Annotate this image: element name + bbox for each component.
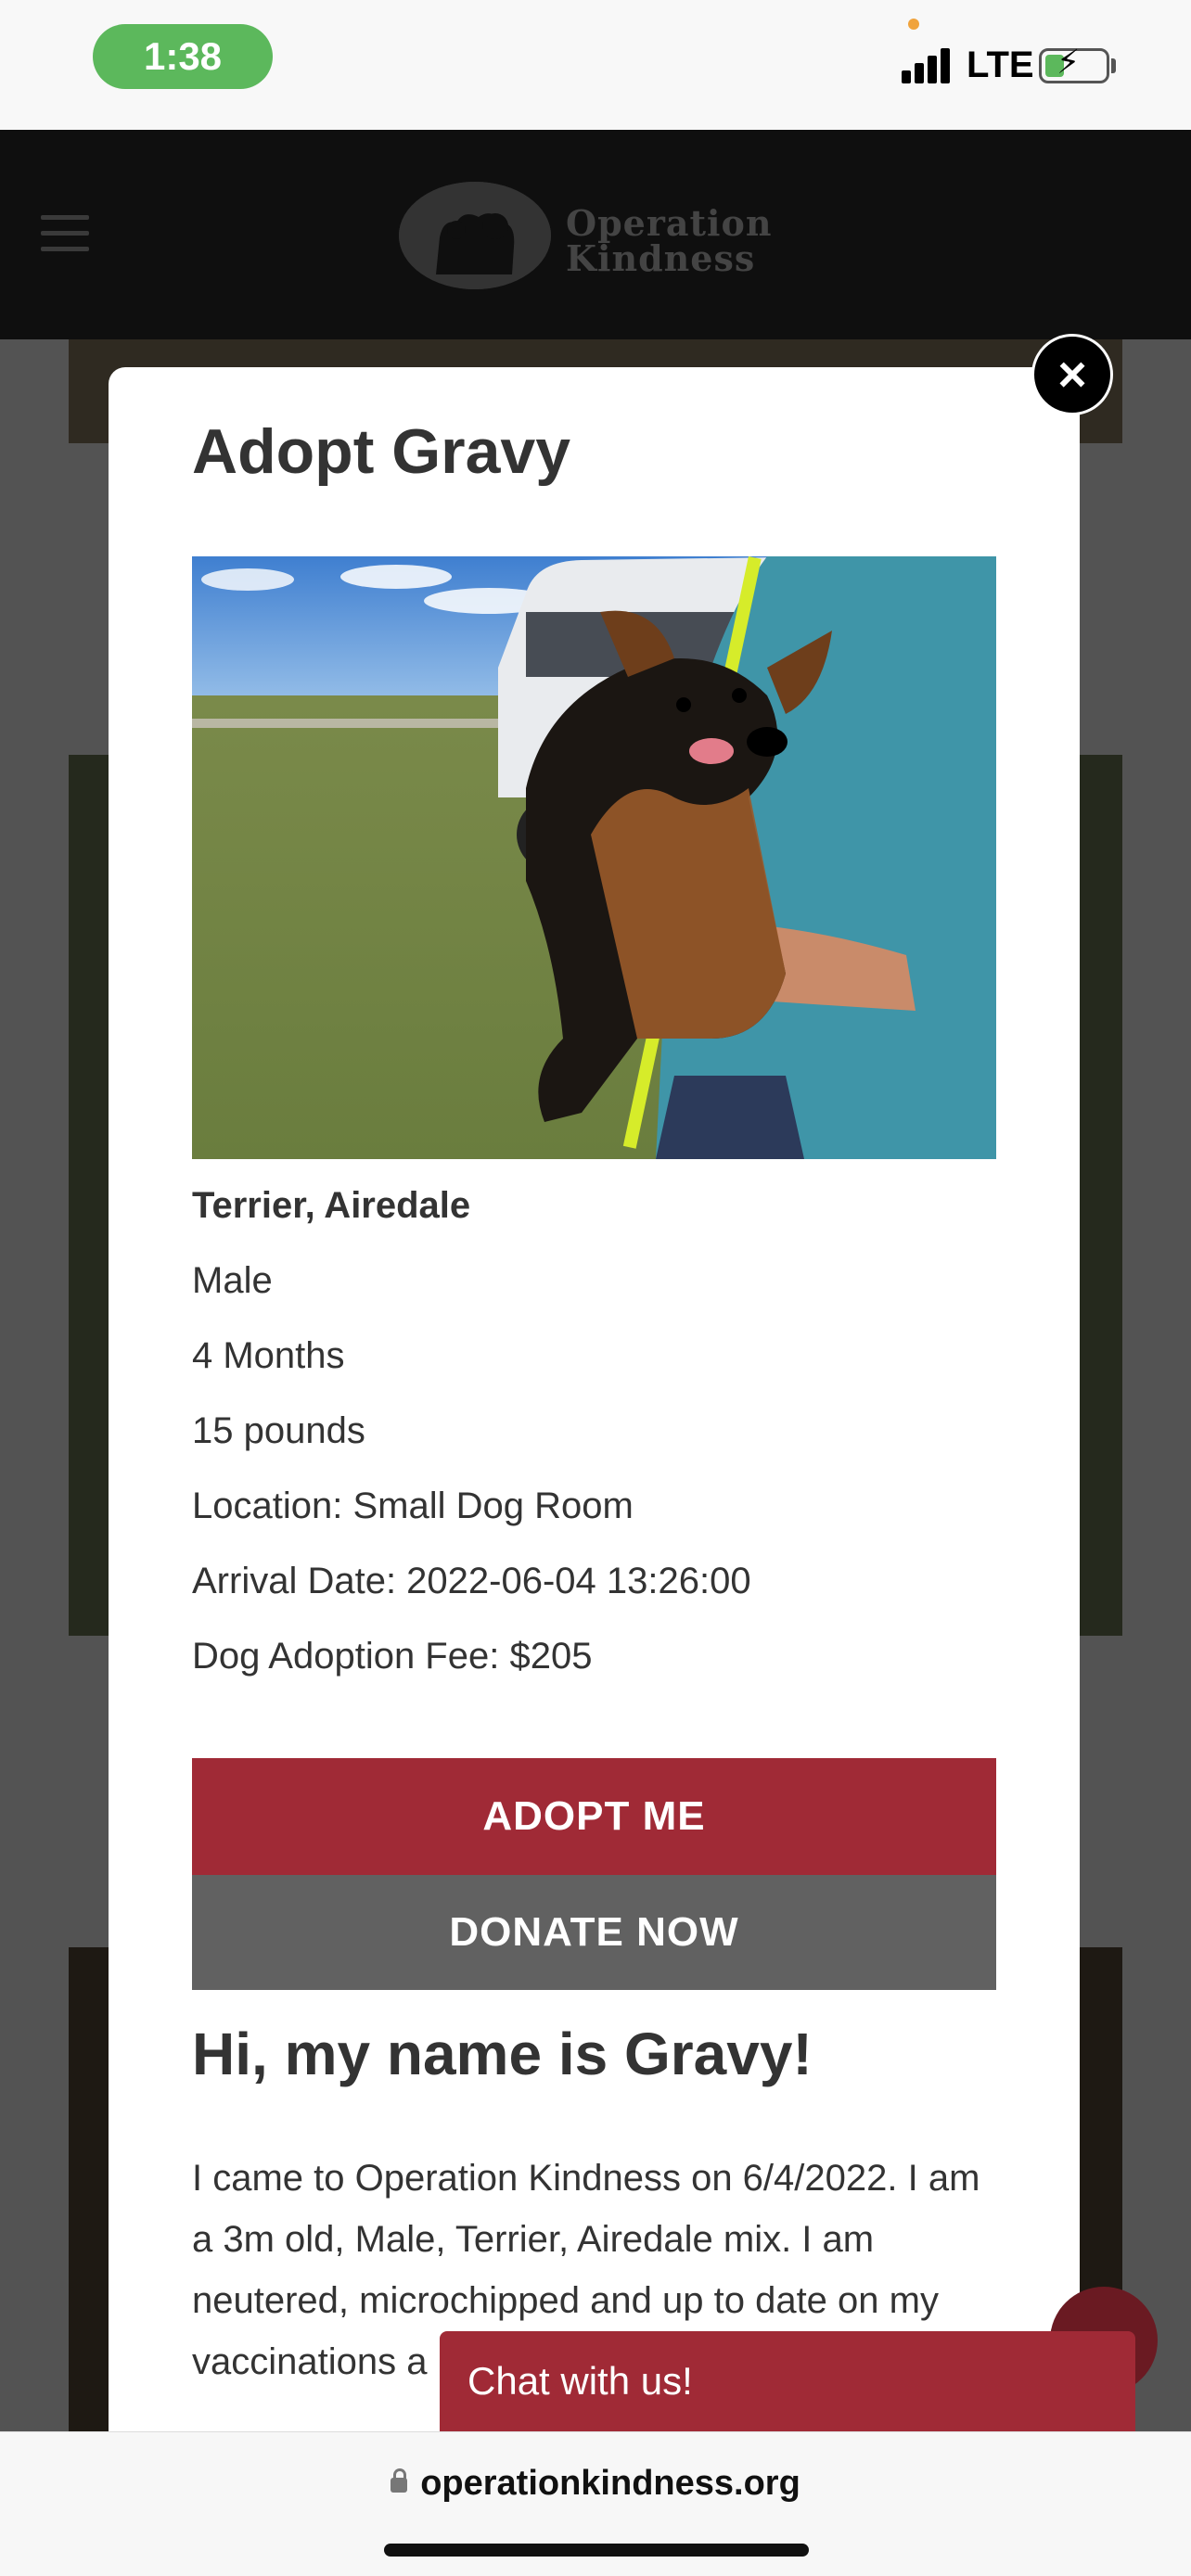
lock-icon [391,2468,408,2493]
status-bar: 1:38 LTE ⚡ [0,0,1191,130]
pet-adoption-fee: Dog Adoption Fee: $205 [192,1636,593,1677]
pet-arrival-date: Arrival Date: 2022-06-04 13:26:00 [192,1561,751,1601]
browser-address-bar[interactable]: operationkindness.org [0,2431,1191,2576]
signal-strength-icon [902,46,957,83]
pet-photo [192,556,996,1159]
close-icon[interactable]: × [1031,334,1113,415]
pet-breed: Terrier, Airedale [192,1185,471,1226]
pet-weight: 15 pounds [192,1410,365,1451]
menu-icon[interactable] [41,215,89,252]
adopt-modal: Adopt Gravy Terrier, Airedale Male 4 Mon… [109,367,1080,2431]
status-time: 1:38 [93,24,273,89]
pet-details: Terrier, Airedale Male 4 Months 15 pound… [192,1183,996,1709]
pet-sex: Male [192,1260,273,1301]
adopt-me-button[interactable]: ADOPT ME [192,1758,996,1875]
modal-title: Adopt Gravy [192,416,571,487]
network-type: LTE [967,45,1034,85]
logo-pets-icon[interactable] [399,182,551,289]
battery-charging-icon: ⚡ [1039,45,1109,83]
logo-wordmark[interactable]: Operation Kindness [566,206,772,276]
pet-greeting-heading: Hi, my name is Gravy! [192,2021,813,2087]
privacy-indicator-dot [908,19,919,30]
pet-age: 4 Months [192,1335,345,1376]
site-header: Operation Kindness [0,130,1191,339]
pet-location: Location: Small Dog Room [192,1486,634,1526]
home-indicator[interactable] [384,2544,809,2557]
url-text: operationkindness.org [420,2464,800,2503]
chat-with-us-button[interactable]: Chat with us! [440,2331,1135,2431]
donate-now-button[interactable]: DONATE NOW [192,1875,996,1990]
url-display[interactable]: operationkindness.org [0,2464,1191,2504]
